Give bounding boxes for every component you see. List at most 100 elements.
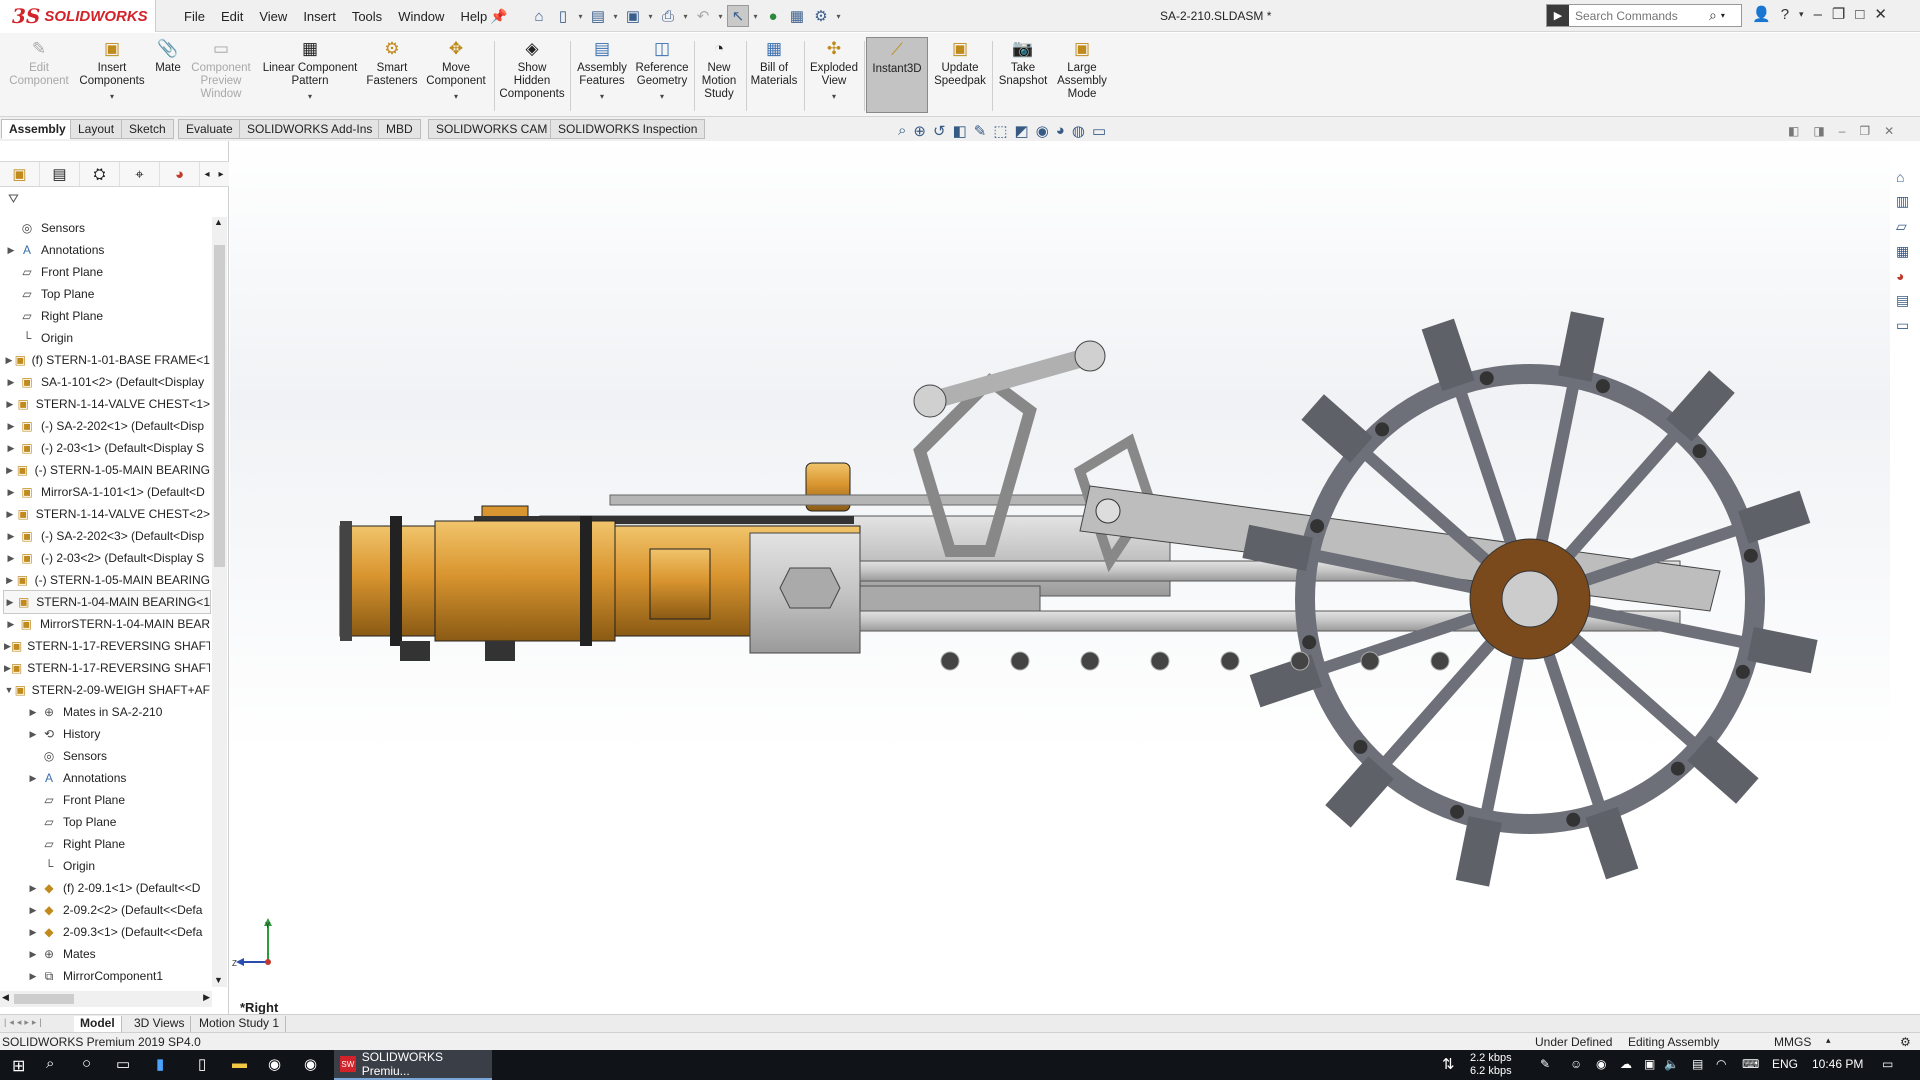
hide-show-icon[interactable]: ◉ [1036, 122, 1049, 140]
tree-item[interactable]: ▶ ▣ (f) STERN-1-01-BASE FRAME<1 [4, 349, 210, 371]
zoom-to-fit-icon[interactable]: ⌕ [898, 122, 906, 140]
tree-item[interactable]: ▶ ▣ STERN-1-17-REVERSING SHAFT [4, 635, 210, 657]
graphics-area[interactable]: ⌂ ▥ ▱ ▦ ◕ ▤ ▭ [230, 141, 1909, 1014]
dropdown-arrow-icon[interactable]: ▾ [308, 90, 312, 103]
pen-icon[interactable]: ✎ [1540, 1057, 1550, 1071]
tree-item[interactable]: ▶ ▣ (-) STERN-1-05-MAIN BEARING [4, 569, 210, 591]
chrome-tray-icon[interactable]: ◉ [1596, 1057, 1606, 1071]
dimxpert-tab-icon[interactable]: ⌖ [120, 162, 160, 186]
people-icon[interactable]: ☺ [1570, 1057, 1582, 1071]
search-icon[interactable]: ⌕ [1709, 7, 1717, 24]
minimize-icon[interactable]: – [1814, 6, 1822, 23]
units-selector[interactable]: MMGS [1774, 1035, 1811, 1049]
tree-item[interactable]: ▶ ⟲ History [26, 723, 212, 745]
pinned-app-icon[interactable]: ▯ [198, 1055, 206, 1073]
expand-arrow-icon[interactable]: ▶ [4, 619, 18, 630]
solidworks-taskbar-button[interactable]: SW SOLIDWORKS Premiu... [334, 1050, 492, 1080]
instant3d-button[interactable]: ⟋ Instant3D [866, 37, 928, 113]
tree-item[interactable]: ▶ ▣ (-) 2-03<2> (Default<Display S [4, 547, 210, 569]
expand-arrow-icon[interactable]: ▶ [26, 773, 40, 784]
assembly-features-button[interactable]: ▤ Assembly Features ▾ [574, 37, 630, 113]
tree-item[interactable]: ▶ ▣ (-) STERN-1-05-MAIN BEARING [4, 459, 210, 481]
design-library-icon[interactable]: ▥ [1896, 193, 1909, 210]
tree-item[interactable]: ▱ Front Plane [26, 789, 212, 811]
section-view-icon[interactable]: ◧ [953, 122, 967, 140]
open-folder-icon[interactable]: ▤ [587, 5, 609, 27]
tree-item[interactable]: ▱ Front Plane [4, 261, 210, 283]
select-cursor-icon[interactable]: ↖ [727, 5, 749, 27]
tree-item[interactable]: ▶ A Annotations [4, 239, 210, 261]
tree-item[interactable]: └ Origin [26, 855, 212, 877]
displaymanager-tab-icon[interactable]: ◕ [160, 162, 200, 186]
exploded-view-button[interactable]: ✣ Exploded View ▾ [806, 37, 862, 113]
tree-item[interactable]: ▱ Right Plane [26, 833, 212, 855]
solidworks-logo[interactable]: 3S SOLIDWORKS [0, 0, 156, 32]
task-view-icon[interactable]: ▭ [116, 1055, 130, 1073]
menu-tools[interactable]: Tools [344, 9, 390, 24]
show-hidden-button[interactable]: ◈ Show Hidden Components [498, 37, 566, 113]
expand-arrow-icon[interactable]: ▶ [26, 971, 40, 982]
restore-icon[interactable]: ❐ [1832, 5, 1845, 23]
filter-icon[interactable]: ⛛ [8, 191, 19, 207]
tabs-right-arrow-icon[interactable]: ▸ [214, 162, 228, 186]
dropdown-arrow-icon[interactable]: ▾ [454, 90, 458, 103]
menu-edit[interactable]: Edit [213, 9, 251, 24]
language-indicator[interactable]: ENG [1772, 1057, 1798, 1071]
tabs-left-arrow-icon[interactable]: ◂ [200, 162, 214, 186]
open-dropdown-icon[interactable]: ▾ [611, 12, 620, 21]
expand-arrow-icon[interactable]: ▶ [4, 245, 18, 256]
tab-sketch[interactable]: Sketch [121, 119, 174, 139]
dropdown-arrow-icon[interactable]: ▾ [110, 90, 114, 103]
search-taskbar-icon[interactable]: ⌕ [46, 1055, 54, 1072]
view-settings-icon[interactable]: ▭ [1092, 122, 1106, 140]
collapse-right-icon[interactable]: ◨ [1813, 124, 1824, 138]
rebuild-traffic-light-icon[interactable]: ● [762, 5, 784, 27]
file-explorer-taskbar-icon[interactable]: ▬ [232, 1055, 247, 1072]
undo-dropdown-icon[interactable]: ▾ [716, 12, 725, 21]
tree-item[interactable]: └ Origin [4, 327, 210, 349]
expand-arrow-icon[interactable]: ▶ [4, 553, 18, 564]
tree-item[interactable]: ▶ ▣ (-) SA-2-202<1> (Default<Disp [4, 415, 210, 437]
appearance-icon[interactable]: ◕ [1056, 122, 1065, 140]
search-input[interactable] [1569, 8, 1709, 23]
tree-item[interactable]: ▶ ▣ (-) SA-2-202<3> (Default<Disp [4, 525, 210, 547]
view-palette-icon[interactable]: ▦ [1896, 243, 1909, 260]
tab-mbd[interactable]: MBD [378, 119, 421, 139]
dropdown-arrow-icon[interactable]: ▾ [832, 90, 836, 103]
keyboard-icon[interactable]: ⌨ [1742, 1057, 1759, 1071]
tree-item[interactable]: ▱ Top Plane [4, 283, 210, 305]
view-orientation-icon[interactable]: ⬚ [993, 122, 1007, 140]
linear-pattern-button[interactable]: ▦ Linear Component Pattern ▾ [258, 37, 362, 113]
previous-view-icon[interactable]: ↺ [933, 122, 946, 140]
bill-of-materials-button[interactable]: ▦ Bill of Materials [748, 37, 800, 113]
scroll-left-icon[interactable]: ◀ [2, 992, 9, 1003]
expand-arrow-icon[interactable]: ▶ [4, 509, 16, 520]
scroll-down-icon[interactable]: ▼ [214, 975, 223, 985]
scroll-up-icon[interactable]: ▲ [214, 217, 223, 227]
options-gear-icon[interactable]: ⚙ [810, 5, 832, 27]
home-icon[interactable]: ⌂ [528, 5, 550, 27]
expand-arrow-icon[interactable]: ▶ [4, 421, 18, 432]
expand-arrow-icon[interactable]: ▶ [26, 949, 40, 960]
search-dropdown-icon[interactable]: ▾ [1721, 11, 1725, 20]
close-icon[interactable]: ✕ [1874, 5, 1887, 23]
print-icon[interactable]: ⎙ [657, 5, 679, 27]
print-dropdown-icon[interactable]: ▾ [681, 12, 690, 21]
tab-motion-study[interactable]: Motion Study 1 [193, 1016, 287, 1032]
clock[interactable]: 10:46 PM [1812, 1057, 1863, 1071]
undo-icon[interactable]: ↶ [692, 5, 714, 27]
expand-arrow-icon[interactable]: ▶ [4, 443, 18, 454]
network-icon[interactable]: ▤ [1692, 1057, 1703, 1071]
tab-layout[interactable]: Layout [70, 119, 123, 139]
wifi-icon[interactable]: ◠ [1716, 1057, 1726, 1071]
tree-item[interactable]: ▶ ⊕ Mates in SA-2-210 [26, 701, 212, 723]
expand-arrow-icon[interactable]: ▶ [26, 729, 40, 740]
search-box[interactable]: ▶ ⌕ ▾ [1546, 4, 1742, 27]
dropdown-arrow-icon[interactable]: ▾ [600, 90, 604, 103]
tree-horizontal-scrollbar[interactable]: ◀ ▶ [0, 991, 212, 1007]
custom-properties-icon[interactable]: ▤ [1896, 292, 1909, 309]
tab-model[interactable]: Model [74, 1016, 122, 1032]
tree-item[interactable]: ▶ A Annotations [26, 767, 212, 789]
insert-components-button[interactable]: ▣ Insert Components ▾ [76, 37, 148, 113]
options-dropdown-icon[interactable]: ▾ [834, 12, 843, 21]
